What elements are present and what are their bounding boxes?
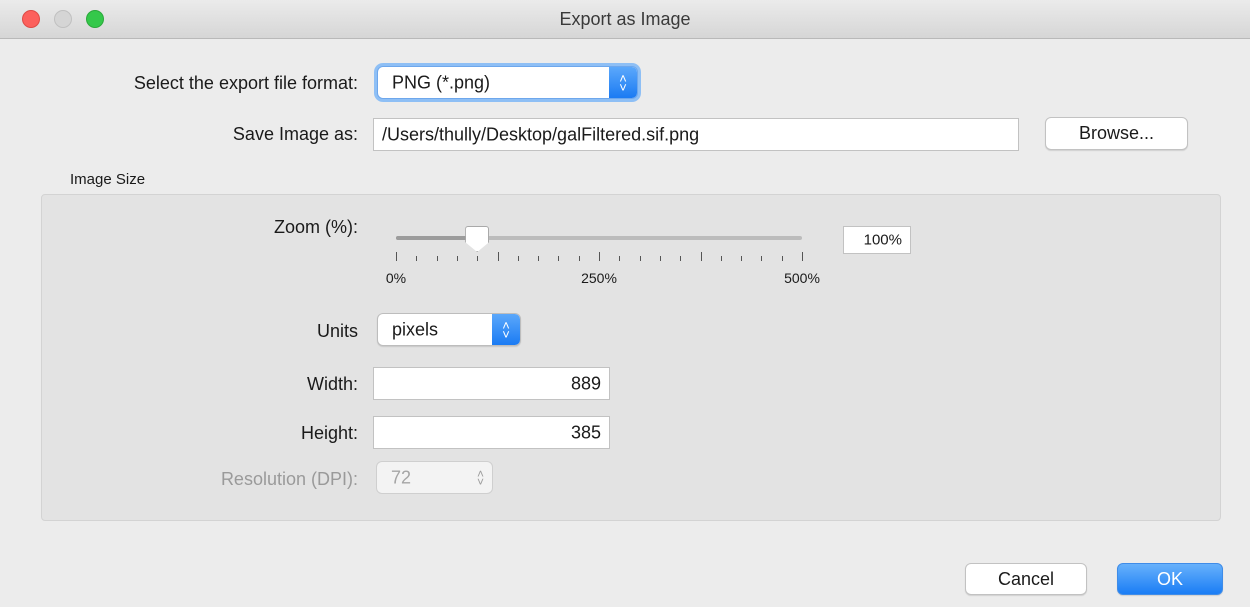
width-label: Width: bbox=[306, 374, 358, 394]
zoom-tick-label-min: 0% bbox=[385, 270, 407, 286]
zoom-tick bbox=[416, 256, 418, 261]
zoom-tick-label-max: 500% bbox=[784, 270, 820, 286]
cancel-button[interactable]: Cancel bbox=[965, 563, 1087, 595]
zoom-tick bbox=[802, 252, 803, 261]
ok-button[interactable]: OK bbox=[1117, 563, 1223, 595]
zoom-tick-label-mid: 250% bbox=[581, 270, 617, 286]
zoom-tick bbox=[436, 256, 438, 261]
title-bar: Export as Image bbox=[0, 0, 1250, 39]
format-label: Select the export file format: bbox=[133, 73, 358, 93]
zoom-tick bbox=[700, 252, 702, 261]
zoom-tick bbox=[497, 252, 499, 261]
units-select-value: pixels bbox=[392, 319, 439, 339]
width-field[interactable]: 889 bbox=[373, 367, 610, 400]
zoom-tick bbox=[558, 256, 560, 261]
zoom-label: Zoom (%): bbox=[273, 217, 358, 237]
zoom-tick bbox=[396, 252, 397, 261]
zoom-tick bbox=[720, 256, 722, 261]
zoom-tick bbox=[599, 252, 600, 261]
width-value: 889 bbox=[570, 373, 601, 393]
zoom-tick bbox=[456, 256, 458, 261]
zoom-tick bbox=[477, 256, 479, 261]
zoom-slider-fill bbox=[396, 236, 478, 240]
format-select-value: PNG (*.png) bbox=[392, 72, 491, 92]
browse-button[interactable]: Browse... bbox=[1045, 117, 1188, 150]
save-path-value: /Users/thully/Desktop/galFiltered.sif.pn… bbox=[382, 124, 700, 144]
zoom-slider-track[interactable] bbox=[396, 236, 802, 240]
zoom-value-field[interactable]: 100% bbox=[843, 226, 911, 254]
zoom-tick bbox=[680, 256, 682, 261]
zoom-tick bbox=[659, 256, 661, 261]
zoom-tick bbox=[781, 256, 783, 261]
height-field[interactable]: 385 bbox=[373, 416, 610, 449]
resolution-label: Resolution (DPI): bbox=[220, 469, 358, 489]
zoom-tick bbox=[517, 256, 519, 261]
resolution-select-value: 72 bbox=[391, 467, 412, 487]
save-as-label: Save Image as: bbox=[232, 124, 358, 144]
units-label: Units bbox=[316, 321, 358, 341]
export-image-dialog: Export as Image Select the export file f… bbox=[0, 0, 1250, 607]
zoom-value-text: 100% bbox=[863, 231, 902, 249]
zoom-tick bbox=[538, 256, 540, 261]
updown-chevron-icon: ˄ ˅ bbox=[492, 314, 520, 345]
height-label: Height: bbox=[300, 423, 358, 443]
resolution-select: 72 ˄ ˅ bbox=[376, 461, 493, 494]
updown-chevron-icon: ˄ ˅ bbox=[609, 67, 637, 98]
window-title: Export as Image bbox=[559, 9, 691, 29]
zoom-tick bbox=[578, 256, 580, 261]
zoom-tick bbox=[619, 256, 621, 261]
format-select[interactable]: PNG (*.png) ˄ ˅ bbox=[377, 66, 638, 99]
zoom-tick bbox=[741, 256, 743, 261]
height-value: 385 bbox=[570, 422, 601, 442]
save-path-field[interactable]: /Users/thully/Desktop/galFiltered.sif.pn… bbox=[373, 118, 1019, 151]
updown-chevron-icon: ˄ ˅ bbox=[476, 466, 484, 489]
zoom-tick bbox=[761, 256, 763, 261]
units-select[interactable]: pixels ˄ ˅ bbox=[377, 313, 521, 346]
zoom-tick bbox=[639, 256, 641, 261]
image-size-section-label: Image Size bbox=[70, 171, 146, 188]
